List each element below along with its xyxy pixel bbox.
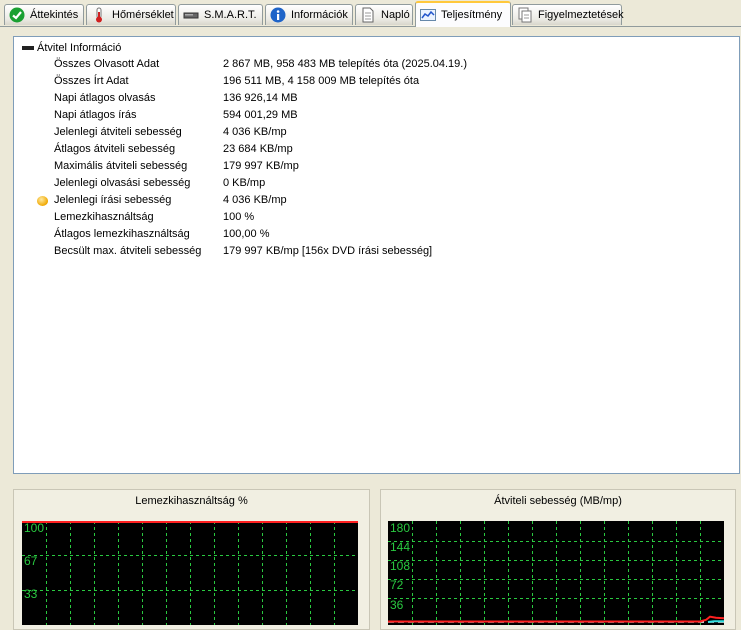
tab-bar: Áttekintés Hőmérséklet S.M.A.R.T. Inform… [0,0,741,28]
list-item[interactable]: Jelenlegi olvasási sebesség 0 KB/mp [14,175,714,192]
disk-usage-graph: 100 67 33 [22,521,358,625]
list-item[interactable]: Becsült max. átviteli sebesség 179 997 K… [14,243,714,260]
item-name: Jelenlegi olvasási sebesség [54,177,191,189]
y-tick-label: 72 [390,578,404,592]
pages-icon [517,7,533,23]
y-tick-label: 108 [390,559,411,573]
list-item[interactable]: Összes Írt Adat 196 511 MB, 4 158 009 MB… [14,73,714,90]
y-tick-label: 33 [24,587,38,601]
y-tick-label: 144 [390,540,411,554]
item-name: Becsült max. átviteli sebesség [54,245,202,257]
transfer-info-panel[interactable]: Átvitel Információ Összes Olvasott Adat … [13,36,740,474]
list-item[interactable]: Összes Olvasott Adat 2 867 MB, 958 483 M… [14,56,714,73]
item-name: Összes Írt Adat [54,75,129,87]
list-item[interactable]: Napi átlagos olvasás 136 926,14 MB [14,90,714,107]
tab-information-label: Információk [291,9,348,21]
secondary-series-line [707,620,724,623]
info-icon [270,7,286,23]
transfer-rate-graph-title: Átviteli sebesség (MB/mp) [494,495,622,507]
check-circle-icon [9,7,25,23]
item-value: 196 511 MB, 4 158 009 MB telepítés óta [223,75,420,87]
tab-performance[interactable]: Teljesítmény [415,1,511,27]
tree-root[interactable]: Átvitel Információ [22,40,121,56]
tab-temperature[interactable]: Hőmérséklet [86,4,176,25]
item-value: 2 867 MB, 958 483 MB telepítés óta (2025… [223,58,467,70]
item-value: 4 036 KB/mp [223,194,287,206]
collapse-icon[interactable] [22,46,34,50]
item-name: Jelenlegi átviteli sebesség [54,126,182,138]
list-item[interactable]: Átlagos lemezkihasználtság 100,00 % [14,226,714,243]
y-tick-label: 100 [24,521,45,535]
item-name: Napi átlagos olvasás [54,92,156,104]
item-name: Lemezkihasználtság [54,211,154,223]
list-item[interactable]: Lemezkihasználtság 100 % [14,209,714,226]
list-item[interactable]: Napi átlagos írás 594 001,29 MB [14,107,714,124]
tab-smart-label: S.M.A.R.T. [204,9,257,21]
list-item[interactable]: Jelenlegi írási sebesség 4 036 KB/mp [14,192,714,209]
tab-panel-border [0,26,741,27]
transfer-rate-graph-box: Átviteli sebesség (MB/mp) 180 144 108 72… [380,489,736,630]
tab-performance-label: Teljesítmény [441,9,503,21]
list-item[interactable]: Maximális átviteli sebesség 179 997 KB/m… [14,158,714,175]
item-value: 4 036 KB/mp [223,126,287,138]
tab-warnings-label: Figyelmeztetések [538,9,624,21]
thermometer-icon [91,7,107,23]
disk-usage-graph-title: Lemezkihasználtság % [135,495,248,507]
document-icon [360,7,376,23]
item-name: Jelenlegi írási sebesség [54,194,172,206]
tab-overview[interactable]: Áttekintés [4,4,84,25]
tab-log[interactable]: Napló [355,4,413,25]
tab-log-label: Napló [381,9,410,21]
item-value: 179 997 KB/mp [223,160,299,172]
item-value: 136 926,14 MB [223,92,298,104]
tab-warnings[interactable]: Figyelmeztetések [512,4,624,25]
tree-root-label: Átvitel Információ [37,42,122,54]
item-name: Összes Olvasott Adat [54,58,160,70]
item-value: 179 997 KB/mp [156x DVD írási sebesség] [223,245,433,257]
item-name: Átlagos átviteli sebesség [54,143,176,155]
y-tick-label: 180 [390,521,411,535]
list-item[interactable]: Jelenlegi átviteli sebesség 4 036 KB/mp [14,124,714,141]
transfer-rate-graph: 180 144 108 72 36 [388,521,724,625]
tab-information[interactable]: Információk [265,4,353,25]
item-value: 100,00 % [223,228,270,240]
item-name: Napi átlagos írás [54,109,137,121]
disk-usage-graph-box: Lemezkihasználtság % 100 67 33 [13,489,370,630]
item-value: 594 001,29 MB [223,109,298,121]
item-name: Maximális átviteli sebesség [54,160,188,172]
list-item[interactable]: Átlagos átviteli sebesség 23 684 KB/mp [14,141,714,158]
tab-overview-label: Áttekintés [30,9,79,21]
y-tick-label: 67 [24,554,38,568]
warning-icon [37,196,48,206]
item-value: 100 % [223,211,255,223]
tab-temperature-label: Hőmérséklet [112,9,174,21]
item-value: 0 KB/mp [223,177,266,189]
item-value: 23 684 KB/mp [223,143,293,155]
tab-smart[interactable]: S.M.A.R.T. [178,4,263,25]
chart-icon [420,7,436,23]
y-tick-label: 36 [390,598,404,612]
drive-icon [183,7,199,23]
item-name: Átlagos lemezkihasználtság [54,228,190,240]
